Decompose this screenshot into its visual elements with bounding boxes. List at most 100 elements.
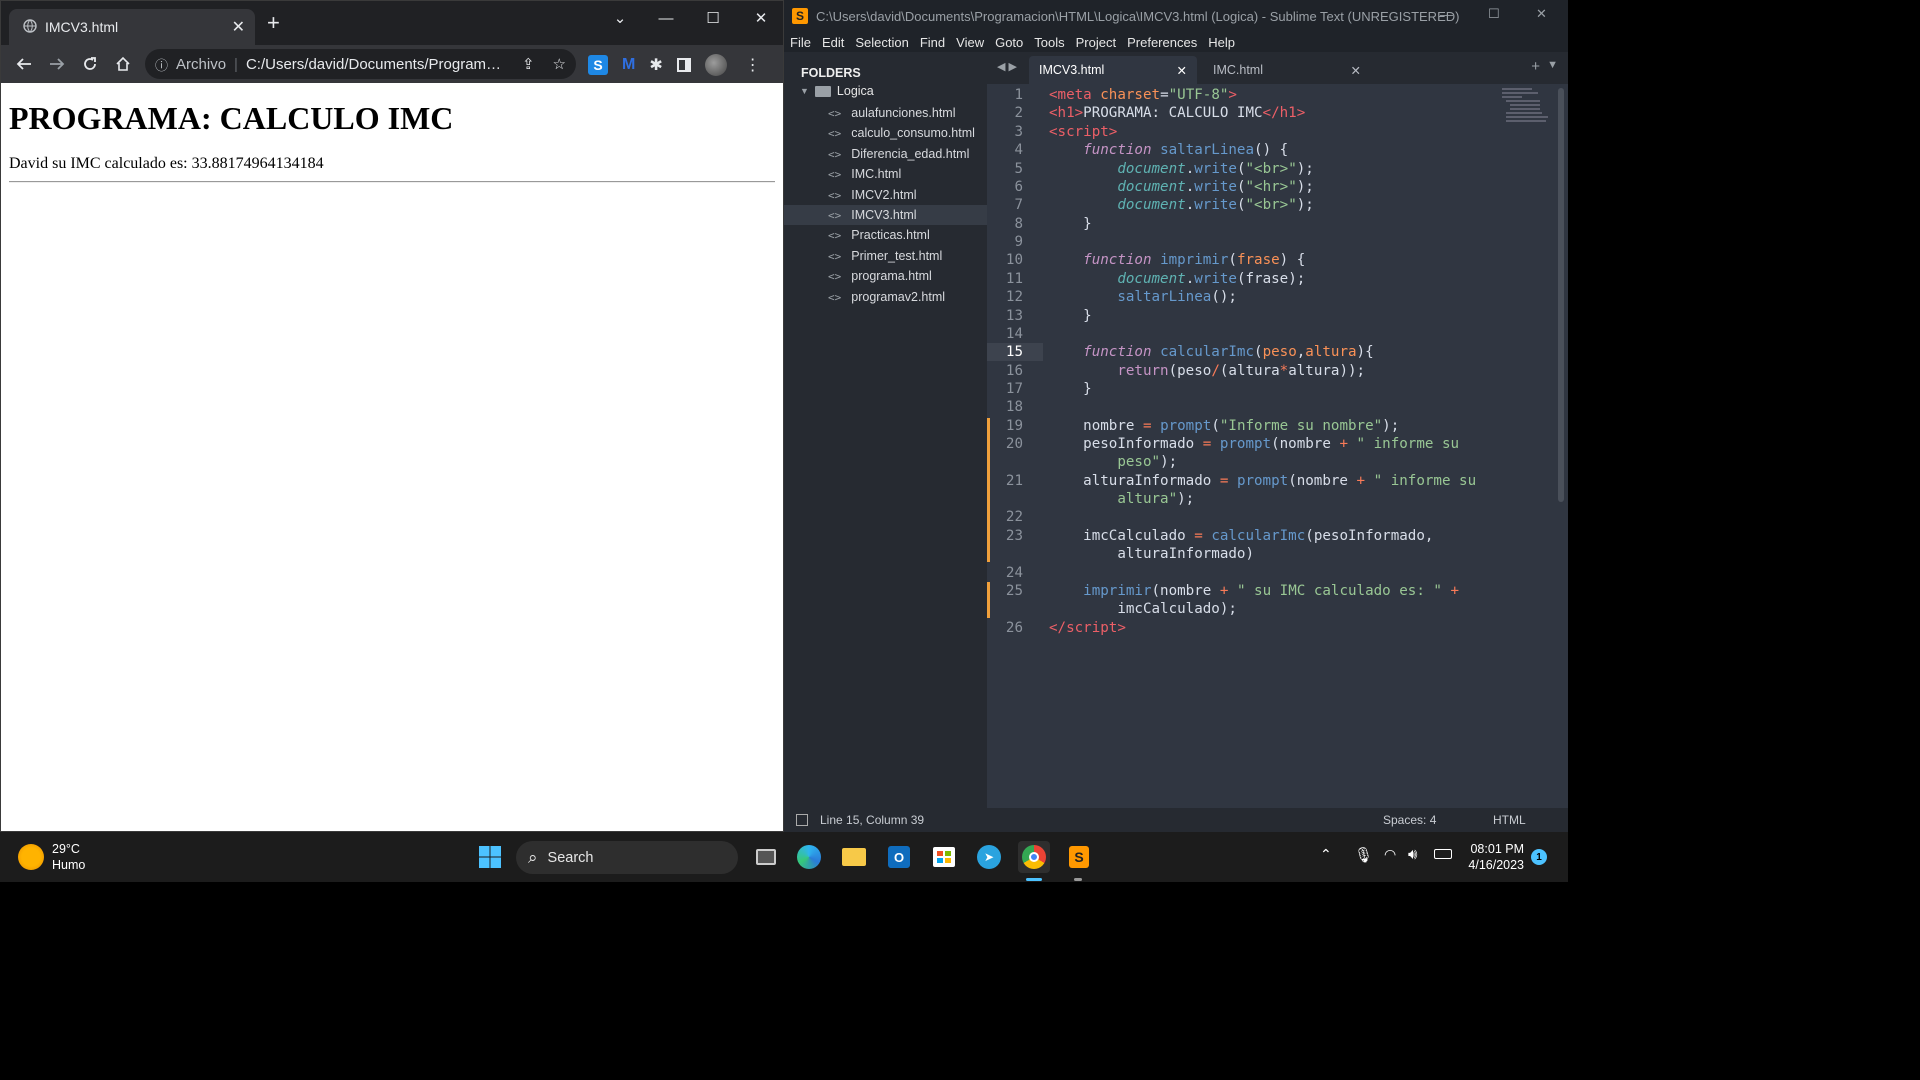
folder-logica[interactable]: ▼ Logica	[800, 84, 874, 98]
battery-icon[interactable]	[1434, 849, 1452, 859]
search-icon: ⌕	[528, 847, 538, 867]
s-extension-icon[interactable]: S	[588, 55, 608, 75]
line-number: 16	[1005, 363, 1023, 379]
file-item[interactable]: <> IMC.html	[784, 164, 987, 184]
file-item[interactable]: <> Diferencia_edad.html	[784, 144, 987, 164]
file-item[interactable]: <> Primer_test.html	[784, 246, 987, 266]
menu-project[interactable]: Project	[1076, 35, 1116, 50]
horizontal-rule	[9, 181, 775, 183]
file-item-active[interactable]: <> IMCV3.html	[784, 205, 987, 225]
code-line: alturaInformado)	[1049, 546, 1254, 562]
chevron-up-icon[interactable]: ⌃	[1320, 846, 1332, 863]
menu-find[interactable]: Find	[920, 35, 945, 50]
open-app-indicator	[1074, 878, 1082, 881]
code-line: imcCalculado = calcularImc(pesoInformado…	[1049, 528, 1434, 544]
file-name: IMCV3.html	[851, 208, 917, 222]
telegram-icon[interactable]: ➤	[973, 841, 1005, 873]
close-tab-icon[interactable]: ✕	[232, 17, 245, 37]
code-line: }	[1049, 308, 1092, 324]
browser-tab[interactable]: IMCV3.html ✕	[9, 9, 255, 45]
close-window-icon[interactable]: ✕	[738, 5, 784, 31]
menu-edit[interactable]: Edit	[822, 35, 844, 50]
menu-kebab-icon[interactable]: ⋮	[745, 55, 761, 75]
minimize-icon[interactable]: —	[1440, 7, 1453, 22]
file-name: programav2.html	[851, 290, 946, 304]
menu-file[interactable]: File	[790, 35, 811, 50]
extensions-puzzle-icon[interactable]: ✱	[649, 55, 662, 75]
wifi-icon[interactable]: ◠	[1384, 846, 1396, 863]
weather-widget[interactable]: 29°C Humo	[18, 841, 85, 873]
minimap[interactable]	[1502, 86, 1552, 146]
outlook-icon[interactable]: O	[883, 841, 915, 873]
active-app-indicator	[1026, 878, 1042, 881]
chrome-icon[interactable]	[1018, 841, 1050, 873]
menu-goto[interactable]: Goto	[995, 35, 1023, 50]
taskbar-search-box[interactable]: ⌕ Search	[516, 841, 738, 874]
code-line: return(peso/(altura*altura));	[1117, 363, 1366, 379]
avatar[interactable]	[704, 54, 727, 76]
line-number: 7	[1014, 197, 1023, 213]
syntax-setting[interactable]: HTML	[1493, 813, 1526, 827]
home-icon[interactable]	[106, 48, 139, 80]
new-tab-button[interactable]: +	[267, 12, 280, 34]
line-number: 23	[1005, 528, 1023, 544]
code-line: }	[1049, 216, 1092, 232]
reload-icon[interactable]	[73, 48, 106, 80]
clock[interactable]: 08:01 PM 4/16/2023	[1462, 841, 1524, 873]
file-item[interactable]: <> calculo_consumo.html	[784, 123, 987, 143]
file-explorer-icon[interactable]	[838, 841, 870, 873]
close-tab-icon[interactable]: ✕	[1351, 63, 1361, 78]
url-text[interactable]: C:/Users/david/Documents/Programaci...	[246, 56, 508, 73]
maximize-icon[interactable]: ☐	[1488, 6, 1500, 22]
panel-toggle-icon[interactable]	[796, 814, 808, 826]
close-tab-icon[interactable]: ✕	[1177, 63, 1187, 78]
code-line: function imprimir(frase) {	[1083, 252, 1306, 268]
menu-tools[interactable]: Tools	[1034, 35, 1064, 50]
malwarebytes-extension-icon[interactable]: M	[622, 56, 635, 74]
tab-title: IMCV3.html	[45, 19, 119, 35]
tab-nav-arrows-icon[interactable]: ◀ ▶	[997, 60, 1017, 73]
notification-badge[interactable]: 1	[1531, 849, 1547, 865]
menu-help[interactable]: Help	[1208, 35, 1235, 50]
menu-selection[interactable]: Selection	[855, 35, 908, 50]
cursor-position[interactable]: Line 15, Column 39	[820, 813, 924, 827]
file-item[interactable]: <> IMCV2.html	[784, 185, 987, 205]
info-icon[interactable]: ⓘ	[155, 55, 168, 74]
chevron-down-icon[interactable]: ▼	[800, 86, 809, 96]
minimize-icon[interactable]: —	[643, 5, 689, 31]
new-tab-plus-icon[interactable]: +	[1531, 58, 1540, 75]
tab-imcv3[interactable]: IMCV3.html ✕	[1029, 56, 1197, 84]
task-view-icon[interactable]	[750, 841, 782, 873]
sublime-text-icon[interactable]: S	[1063, 841, 1095, 873]
vertical-scrollbar[interactable]	[1558, 88, 1564, 502]
share-icon[interactable]: ⇪	[522, 55, 535, 73]
windows-start-icon[interactable]	[474, 841, 506, 873]
close-window-icon[interactable]: ✕	[1536, 6, 1547, 22]
side-panel-icon[interactable]	[676, 58, 691, 72]
back-icon[interactable]	[7, 48, 40, 80]
file-item[interactable]: <> programa.html	[784, 266, 987, 286]
volume-icon[interactable]: 🔊︎	[1408, 846, 1417, 863]
edge-icon[interactable]	[793, 841, 825, 873]
menu-preferences[interactable]: Preferences	[1127, 35, 1197, 50]
forward-icon[interactable]	[40, 48, 73, 80]
code-editor[interactable]: 1 2 3 4 5 6 7 8 9 10 11 12 13 14 15 16 1…	[987, 84, 1568, 808]
line-number: 9	[1014, 234, 1023, 250]
file-name: programa.html	[851, 269, 932, 283]
code-file-icon: <>	[828, 249, 842, 263]
line-number-current: 15	[987, 343, 1043, 361]
microsoft-store-icon[interactable]	[928, 841, 960, 873]
menu-view[interactable]: View	[956, 35, 984, 50]
file-item[interactable]: <> aulafunciones.html	[784, 103, 987, 123]
window-title: C:\Users\david\Documents\Programacion\HT…	[816, 8, 1460, 24]
file-item[interactable]: <> Practicas.html	[784, 225, 987, 245]
tab-menu-chevron-icon[interactable]: ▼	[1547, 59, 1558, 71]
tab-search-icon[interactable]: ⌄	[597, 5, 643, 31]
indentation-setting[interactable]: Spaces: 4	[1383, 813, 1436, 827]
maximize-icon[interactable]: ☐	[690, 5, 736, 31]
bookmark-star-icon[interactable]: ☆	[553, 55, 566, 73]
microphone-icon[interactable]: 🎙	[1354, 846, 1373, 864]
address-bar[interactable]: ⓘ Archivo | C:/Users/david/Documents/Pro…	[145, 49, 576, 79]
file-item[interactable]: <> programav2.html	[784, 287, 987, 307]
tab-imc[interactable]: IMC.html ✕	[1203, 56, 1371, 84]
